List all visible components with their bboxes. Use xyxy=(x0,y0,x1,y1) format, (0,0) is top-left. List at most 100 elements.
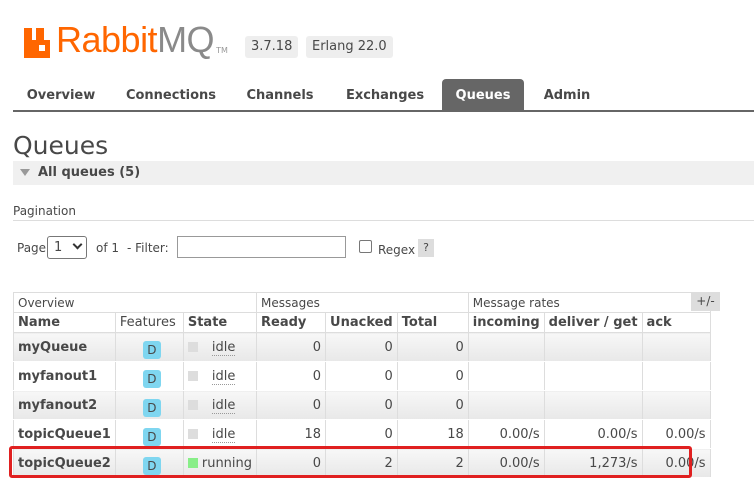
durable-badge: D xyxy=(142,457,161,475)
unacked-cell: 2 xyxy=(325,448,398,478)
regex-checkbox[interactable] xyxy=(359,240,372,253)
state-cell: idle xyxy=(182,419,258,449)
total-cell: 0 xyxy=(396,332,469,362)
incoming-cell xyxy=(467,361,545,391)
incoming-cell xyxy=(467,332,545,362)
pagination-controls: Page 1 of 1 - Filter: Regex ? xyxy=(17,236,447,260)
queue-name-link[interactable]: myfanout1 xyxy=(13,361,116,391)
incoming-cell: 0.00/s xyxy=(467,419,545,449)
ack-cell xyxy=(641,390,711,420)
state-indicator-icon xyxy=(187,399,198,410)
col-features: Features xyxy=(114,312,184,333)
ack-cell xyxy=(641,332,711,362)
ready-cell: 0 xyxy=(256,390,327,420)
ack-cell xyxy=(641,361,711,391)
ready-cell: 0 xyxy=(256,361,327,391)
ack-cell: 0.00/s xyxy=(641,419,711,449)
column-toggle-button[interactable]: +/- xyxy=(691,292,720,311)
unacked-cell: 0 xyxy=(325,332,398,362)
incoming-cell xyxy=(467,390,545,420)
logo-text: RabbitMQ xyxy=(56,19,215,60)
tab-admin[interactable]: Admin xyxy=(532,79,602,110)
main-nav: Overview Connections Channels Exchanges … xyxy=(13,79,754,112)
col-incoming[interactable]: incoming xyxy=(467,312,545,333)
durable-badge: D xyxy=(142,370,161,388)
state-cell: idle xyxy=(182,390,258,420)
filter-input[interactable] xyxy=(177,236,346,258)
unacked-cell: 0 xyxy=(325,419,398,449)
section-title: All queues (5) xyxy=(38,165,141,180)
pagination-label: Pagination xyxy=(13,204,76,218)
all-queues-section-toggle[interactable]: All queues (5) xyxy=(13,161,754,185)
features-cell: D xyxy=(114,448,184,478)
group-messages: Messages xyxy=(256,292,469,313)
state-cell: idle xyxy=(182,361,258,391)
queues-table: Overview Messages Message rates Name Fea… xyxy=(12,292,711,478)
state-cell: idle xyxy=(182,332,258,362)
total-cell: 0 xyxy=(396,390,469,420)
queue-name-link[interactable]: topicQueue2 xyxy=(13,448,116,478)
incoming-cell: 0.00/s xyxy=(467,448,545,478)
deliver-get-cell xyxy=(543,390,643,420)
col-unacked[interactable]: Unacked xyxy=(325,312,398,333)
deliver-get-cell xyxy=(543,361,643,391)
queue-name-link[interactable]: myQueue xyxy=(13,332,116,362)
page-count: of 1 xyxy=(96,241,120,255)
state-indicator-icon xyxy=(187,428,198,439)
total-cell: 2 xyxy=(396,448,469,478)
tab-exchanges[interactable]: Exchanges xyxy=(335,79,435,110)
filter-label: - Filter: xyxy=(127,241,169,255)
col-name[interactable]: Name xyxy=(13,312,116,333)
group-overview: Overview xyxy=(12,292,258,313)
table-row: myfanout1 D idle 0 0 0 xyxy=(13,361,711,391)
page-select-value: 1 xyxy=(54,240,63,255)
ready-cell: 0 xyxy=(256,332,327,362)
queue-name-link[interactable]: topicQueue1 xyxy=(13,419,116,449)
erlang-version-badge: Erlang 22.0 xyxy=(306,36,393,58)
page-select[interactable]: 1 xyxy=(47,236,87,259)
durable-badge: D xyxy=(142,399,161,417)
deliver-get-cell: 0.00/s xyxy=(543,419,643,449)
col-state[interactable]: State xyxy=(182,312,258,333)
features-cell: D xyxy=(114,419,184,449)
table-row: topicQueue1 D idle 18 0 18 0.00/s 0.00/s… xyxy=(13,419,711,449)
table-row: myfanout2 D idle 0 0 0 xyxy=(13,390,711,420)
col-ready[interactable]: Ready xyxy=(256,312,327,333)
regex-label: Regex xyxy=(378,243,416,257)
state-text: idle xyxy=(211,397,236,414)
ready-cell: 18 xyxy=(256,419,327,449)
divider xyxy=(13,220,754,221)
features-cell: D xyxy=(114,361,184,391)
table-row: myQueue D idle 0 0 0 xyxy=(13,332,711,362)
total-cell: 0 xyxy=(396,361,469,391)
regex-help-button[interactable]: ? xyxy=(418,239,434,257)
logo-trademark: TM xyxy=(216,46,228,55)
features-cell: D xyxy=(114,390,184,420)
state-text: idle xyxy=(211,339,236,356)
deliver-get-cell xyxy=(543,332,643,362)
col-ack[interactable]: ack xyxy=(641,312,711,333)
total-cell: 18 xyxy=(396,419,469,449)
durable-badge: D xyxy=(142,428,161,446)
tab-channels[interactable]: Channels xyxy=(237,79,323,110)
state-indicator-icon xyxy=(187,370,198,381)
tab-queues[interactable]: Queues xyxy=(442,79,524,110)
state-indicator-icon xyxy=(187,341,198,352)
group-message-rates: Message rates xyxy=(467,292,711,313)
features-cell: D xyxy=(114,332,184,362)
tab-overview[interactable]: Overview xyxy=(13,79,109,110)
tab-connections[interactable]: Connections xyxy=(117,79,225,110)
state-text: idle xyxy=(211,368,236,385)
state-text: idle xyxy=(211,426,236,443)
state-indicator-icon xyxy=(187,457,198,468)
queue-name-link[interactable]: myfanout2 xyxy=(13,390,116,420)
col-deliver-get[interactable]: deliver / get xyxy=(543,312,643,333)
col-total[interactable]: Total xyxy=(396,312,469,333)
durable-badge: D xyxy=(142,341,161,359)
rabbitmq-logo-icon xyxy=(24,24,52,58)
rabbitmq-logo[interactable]: RabbitMQ TM xyxy=(24,18,228,58)
deliver-get-cell: 1,273/s xyxy=(543,448,643,478)
state-cell: running xyxy=(182,448,258,478)
page-label: Page xyxy=(17,241,47,255)
version-badge: 3.7.18 xyxy=(245,36,299,58)
